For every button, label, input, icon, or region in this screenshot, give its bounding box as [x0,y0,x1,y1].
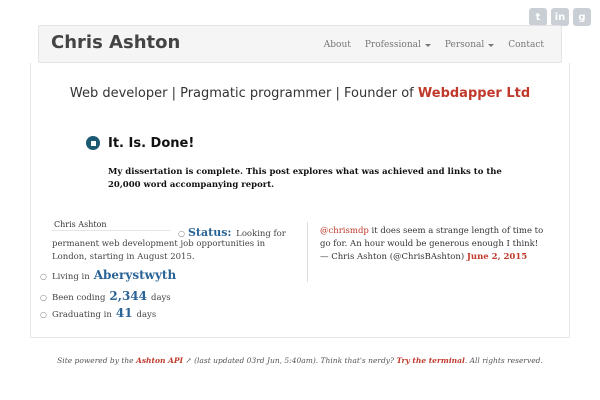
nav-item-label: Professional [364,40,421,50]
post-summary: My dissertation is complete. This post e… [108,167,502,191]
nav-item-contact[interactable]: Contact [501,40,551,50]
stat-prefix: Been coding [51,293,106,303]
footer-text: Site powered by the [57,356,137,365]
twitter-icon[interactable]: t [529,8,547,26]
bullet-icon: ○ [40,272,47,281]
footer-text: . All rights reserved. [464,356,543,365]
bullet-icon: ○ [40,293,47,302]
nav-item-label: About [323,40,351,50]
social-links: t in g [529,8,591,26]
navbar: Chris Ashton About Professional Personal… [38,25,562,63]
tweet-date-link[interactable]: June 2, 2015 [467,252,527,262]
stat-suffix: days [136,310,157,320]
latest-tweet: @chrismdp it does seem a strange length … [320,225,550,265]
stat-value: 41 [115,306,133,320]
stat-prefix: Graduating in [51,310,112,320]
nav-menu: About Professional Personal Contact [317,26,551,64]
tweet-mention[interactable]: @chrismdp [320,226,369,236]
stat-value: Aberystwyth [93,268,177,282]
bullet-icon: ○ [40,310,47,319]
column-divider [307,222,308,282]
stat-coding-days: ○ Been coding 2,344 days [40,289,171,303]
tweet-attribution: — Chris Ashton (@ChrisBAshton) [320,252,467,263]
nav-item-about[interactable]: About [317,40,358,50]
post-title[interactable]: It. Is. Done! [108,136,194,151]
linkedin-icon[interactable]: in [551,8,569,26]
post-icon [86,136,100,150]
stat-suffix: days [151,293,171,303]
nav-item-professional[interactable]: Professional [358,40,438,50]
tagline-text: Web developer | Pragmatic programmer | F… [69,86,418,101]
footer: Site powered by the Ashton API ↗ (last u… [0,356,600,365]
bullet-icon: ○ [178,229,185,238]
company-link[interactable]: Webdapper Ltd [418,86,530,101]
stat-location: ○ Living in Aberystwyth [40,268,180,282]
stat-graduating-days: ○ Graduating in 41 days [40,306,156,320]
caret-down-icon [424,43,431,47]
stat-value: 2,344 [109,289,147,303]
api-link[interactable]: Ashton API [136,356,183,365]
nav-item-label: Contact [508,40,544,50]
terminal-link[interactable]: Try the terminal [396,356,464,365]
footer-text: (last updated 03rd Jun, 5:40am). Think t… [191,356,397,365]
tagline: Web developer | Pragmatic programmer | F… [0,86,600,101]
stat-prefix: Living in [51,272,90,282]
site-brand[interactable]: Chris Ashton [51,32,180,53]
github-icon[interactable]: g [573,8,591,26]
caret-down-icon [488,43,495,47]
author-name: Chris Ashton [52,220,170,231]
nav-item-personal[interactable]: Personal [438,40,501,50]
nav-item-label: Personal [444,40,485,50]
status-text-continued: permanent web development job opportunit… [52,239,266,262]
